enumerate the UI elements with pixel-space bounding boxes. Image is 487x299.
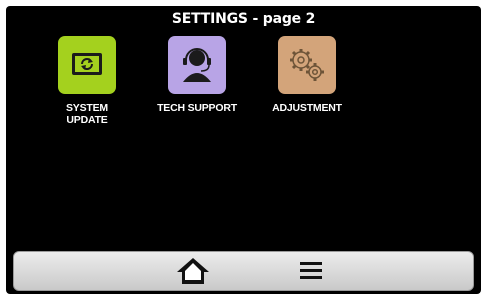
gears-icon bbox=[278, 36, 336, 94]
menu-icon bbox=[300, 262, 322, 279]
system-update-label-line2: UPDATE bbox=[66, 114, 108, 126]
adjustment-label-line1: ADJUSTMENT bbox=[272, 102, 342, 114]
home-icon bbox=[177, 258, 209, 284]
tech-support-label: TECH SUPPORT bbox=[142, 102, 252, 114]
bottom-nav-bar bbox=[13, 251, 474, 291]
headset-icon bbox=[168, 36, 226, 94]
tech-support-label-line1: TECH SUPPORT bbox=[157, 102, 237, 114]
tech-support-tile[interactable]: TECH SUPPORT bbox=[142, 36, 252, 114]
system-update-icon bbox=[58, 36, 116, 94]
adjustment-label: ADJUSTMENT bbox=[252, 102, 362, 114]
system-update-label-line1: SYSTEM bbox=[66, 102, 108, 114]
system-update-label: SYSTEM UPDATE bbox=[32, 102, 142, 126]
menu-button[interactable] bbox=[292, 256, 330, 286]
adjustment-tile[interactable]: ADJUSTMENT bbox=[252, 36, 362, 114]
system-update-tile[interactable]: SYSTEM UPDATE bbox=[32, 36, 142, 126]
page-title: SETTINGS - page 2 bbox=[171, 11, 316, 27]
settings-screen: SETTINGS - page 2 SYSTEM UPDATE TECH SUP… bbox=[6, 6, 481, 294]
home-button[interactable] bbox=[174, 256, 212, 286]
